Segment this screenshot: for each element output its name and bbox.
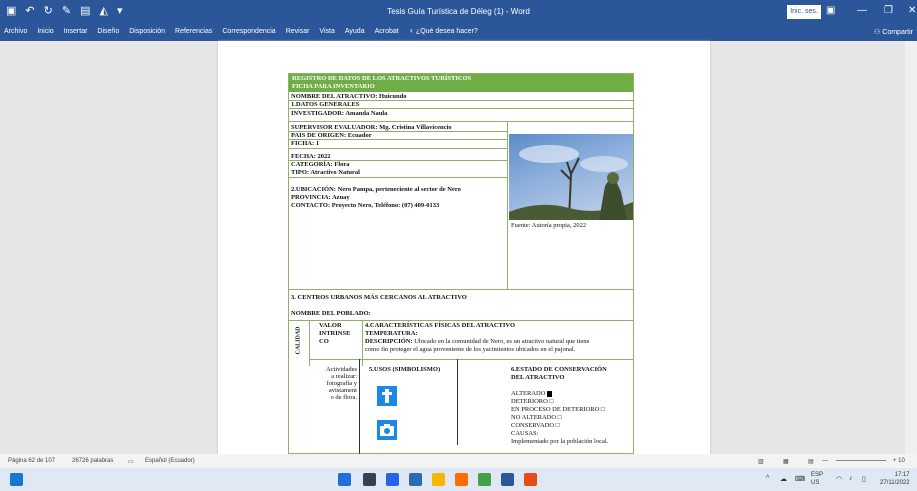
tab-insertar[interactable]: Insertar bbox=[64, 28, 88, 35]
share-label: Compartir bbox=[882, 29, 913, 36]
input-language[interactable]: ESP US bbox=[811, 471, 823, 487]
photo-caption: Fuente: Autoría propia, 2022 bbox=[511, 222, 587, 229]
lookout-icon bbox=[377, 386, 397, 406]
researcher: INVESTIGADOR: Amanda Naula bbox=[291, 110, 388, 117]
activities-text: Actividades a realizar: fotografía y avi… bbox=[325, 366, 357, 401]
zoom-plus[interactable]: + 10 bbox=[893, 458, 905, 464]
zoom-minus[interactable]: — bbox=[822, 458, 828, 464]
word-count[interactable]: 26726 palabras bbox=[72, 458, 113, 464]
language[interactable]: Español (Ecuador) bbox=[145, 458, 195, 464]
type: TIPO: Atractivo Natural bbox=[291, 169, 360, 176]
web-layout-icon[interactable]: ▤ bbox=[808, 458, 814, 465]
tab-referencias[interactable]: Referencias bbox=[175, 28, 212, 35]
contact: CONTACTO: Proyecto Nero, Teléfono: (07) … bbox=[291, 202, 440, 209]
status-not-altered: NO ALTERADO □ bbox=[511, 414, 562, 421]
causes-label: CAUSAS: bbox=[511, 430, 539, 437]
firefox-icon[interactable] bbox=[455, 473, 468, 486]
causes-text: Implementado por la población local. bbox=[511, 438, 609, 445]
intrinsic-value-2: INTRINSE bbox=[319, 330, 351, 337]
chrome-icon[interactable] bbox=[478, 473, 491, 486]
title-bar: ▣ ↶ ↻ ✎ ▤ ◭ ▾ Tesis Guía Turística de Dé… bbox=[0, 0, 917, 24]
description-line1: DESCRIPCIÓN: Ubicado en la comunidad de … bbox=[365, 338, 590, 345]
widgets-icon[interactable] bbox=[10, 473, 23, 486]
section-conservation-2: DEL ATRACTIVO bbox=[511, 374, 565, 381]
close-icon[interactable]: ✕ bbox=[908, 4, 916, 18]
document-page[interactable]: REGISTRO DE DATOS DE LOS ATRACTIVOS TURÍ… bbox=[218, 41, 710, 455]
status-in-process: EN PROCESO DE DETERIORO □ bbox=[511, 406, 605, 413]
minimize-icon[interactable]: — bbox=[857, 4, 867, 18]
description-line2: como fin proteger el agua proveniente de… bbox=[365, 346, 576, 353]
volume-icon[interactable]: ♪ bbox=[849, 475, 853, 482]
tab-revisar[interactable]: Revisar bbox=[286, 28, 310, 35]
tab-inicio[interactable]: Inicio bbox=[37, 28, 53, 35]
document-title: Tesis Guía Turística de Déleg (1) - Word bbox=[387, 7, 530, 16]
tray-chevron-icon[interactable]: ^ bbox=[766, 475, 769, 482]
attraction-photo bbox=[509, 134, 633, 220]
tell-me-box[interactable]: ♀ ¿Qué desea hacer? bbox=[409, 28, 478, 35]
attraction-name: NOMBRE DEL ATRACTIVO: Huicundo bbox=[291, 93, 407, 100]
ribbon-tabs: Archivo Inicio Insertar Diseño Disposici… bbox=[0, 24, 917, 41]
page-counter[interactable]: Página 62 de 107 bbox=[8, 458, 55, 464]
section-conservation-1: 6.ESTADO DE CONSERVACIÓN bbox=[511, 366, 607, 373]
app-icon[interactable] bbox=[524, 473, 537, 486]
store-icon[interactable] bbox=[409, 473, 422, 486]
tell-me-label: ¿Qué desea hacer? bbox=[415, 28, 478, 35]
status-bar: Página 62 de 107 26726 palabras ▭ Españo… bbox=[0, 454, 917, 468]
tab-ayuda[interactable]: Ayuda bbox=[345, 28, 365, 35]
tab-archivo[interactable]: Archivo bbox=[4, 28, 27, 35]
record-number: FICHA: 1 bbox=[291, 140, 319, 147]
intrinsic-value-3: CO bbox=[319, 338, 329, 345]
print-layout-icon[interactable]: ▦ bbox=[783, 458, 789, 465]
onedrive-icon[interactable]: ☁ bbox=[780, 475, 787, 483]
lightbulb-icon: ♀ bbox=[408, 28, 414, 35]
signin-button[interactable]: Inic. ses. bbox=[787, 5, 821, 19]
battery-icon[interactable]: ▯ bbox=[862, 475, 866, 483]
word-icon[interactable] bbox=[501, 473, 514, 486]
ribbon-display-icon[interactable]: ▣ bbox=[826, 4, 835, 18]
status-deterioration: DETERIORO □ bbox=[511, 398, 554, 405]
read-mode-icon[interactable]: ▥ bbox=[758, 458, 764, 465]
status-altered: ALTERADO bbox=[511, 390, 553, 397]
keyboard-icon[interactable]: ⌨ bbox=[795, 475, 805, 483]
temperature: TEMPERATURA: bbox=[365, 330, 418, 337]
document-canvas[interactable]: REGISTRO DE DATOS DE LOS ATRACTIVOS TURÍ… bbox=[0, 41, 917, 455]
taskbar: ^ ☁ ⌨ ESP US ◠ ♪ ▯ 17:17 27/11/2022 bbox=[0, 468, 917, 491]
tab-diseno[interactable]: Diseño bbox=[97, 28, 119, 35]
location: 2.UBICACIÓN: Nero Pampa, perteneciente a… bbox=[291, 186, 461, 193]
section-uses: 5.USOS (SIMBOLISMO) bbox=[369, 366, 441, 373]
supervisor: SUPERVISOR EVALUADOR: Mg. Cristina Villa… bbox=[291, 124, 452, 131]
table-header: REGISTRO DE DATOS DE LOS ATRACTIVOS TURÍ… bbox=[289, 74, 633, 92]
intrinsic-value-1: VALOR bbox=[319, 322, 342, 329]
province: PROVINCIA: Azuay bbox=[291, 194, 350, 201]
tab-acrobat[interactable]: Acrobat bbox=[375, 28, 399, 35]
file-explorer-icon[interactable] bbox=[432, 473, 445, 486]
status-conserved: CONSERVADO □ bbox=[511, 422, 560, 429]
share-button[interactable]: ⚇ Compartir bbox=[874, 28, 913, 36]
proofing-icon[interactable]: ▭ bbox=[128, 458, 134, 465]
country: PAIS DE ORIGEN: Ecuador bbox=[291, 132, 372, 139]
tab-correspondencia[interactable]: Correspondencia bbox=[222, 28, 275, 35]
zoom-slider[interactable] bbox=[836, 460, 886, 461]
category: CATEGORÍA: Flora bbox=[291, 161, 350, 168]
town-name: NOMBRE DEL POBLADO: bbox=[291, 310, 371, 317]
clock[interactable]: 17:17 27/11/2022 bbox=[880, 471, 910, 487]
start-icon[interactable] bbox=[338, 473, 351, 486]
inventory-table: REGISTRO DE DATOS DE LOS ATRACTIVOS TURÍ… bbox=[288, 73, 634, 455]
task-view-icon[interactable] bbox=[363, 473, 376, 486]
section-urban-centers: 3. CENTROS URBANOS MÁS CERCANOS AL ATRAC… bbox=[291, 294, 467, 301]
chat-icon[interactable] bbox=[386, 473, 399, 486]
vertical-scrollbar[interactable] bbox=[905, 41, 917, 454]
restore-icon[interactable]: ❐ bbox=[884, 4, 893, 18]
section-characteristics: 4.CARACTERÍSTICAS FÍSICAS DEL ATRACTIVO bbox=[365, 322, 516, 329]
wifi-icon[interactable]: ◠ bbox=[836, 475, 842, 483]
quality-label: CALIDAD bbox=[295, 326, 302, 355]
person-icon: ⚇ bbox=[874, 29, 881, 36]
section-general-data: 1.DATOS GENERALES bbox=[291, 101, 360, 108]
camera-icon bbox=[377, 420, 397, 440]
tab-disposicion[interactable]: Disposición bbox=[129, 28, 165, 35]
tab-vista[interactable]: Vista bbox=[319, 28, 334, 35]
date: FECHA: 2022 bbox=[291, 153, 331, 160]
